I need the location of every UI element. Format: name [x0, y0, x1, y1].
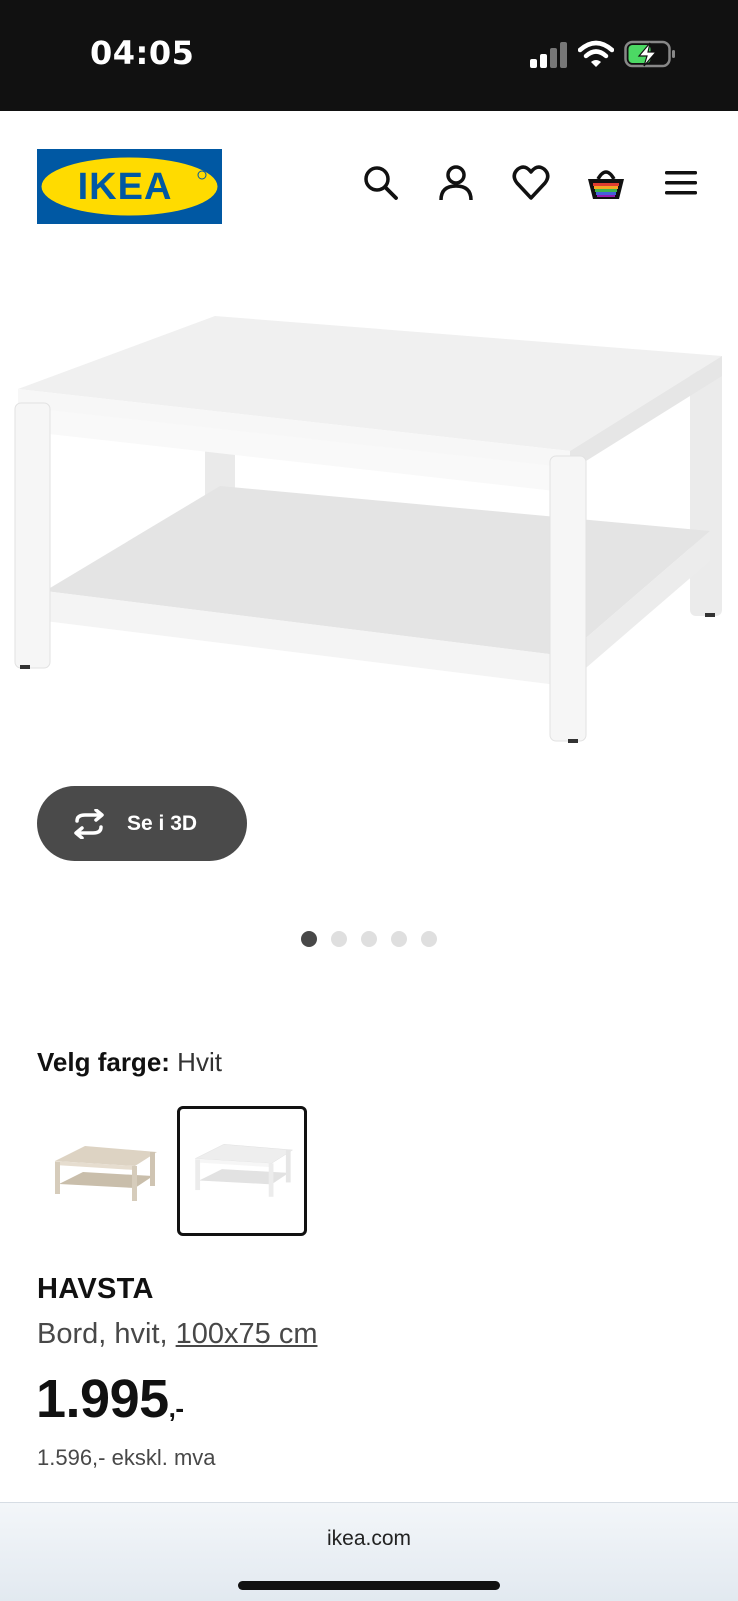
price-main: 1.995: [36, 1369, 169, 1429]
gallery-dot[interactable]: [361, 931, 377, 947]
view-in-3d-label: Se i 3D: [127, 811, 198, 835]
white-table-thumbnail: [194, 1144, 294, 1197]
selected-color-value: Hvit: [177, 1047, 222, 1077]
menu-icon[interactable]: [661, 163, 701, 203]
browser-address-bar: ikea.com: [0, 1502, 738, 1601]
ikea-logo[interactable]: IKEA: [37, 149, 222, 224]
home-indicator[interactable]: [238, 1581, 500, 1590]
wifi-icon: [578, 40, 614, 67]
product-name: HAVSTA: [37, 1273, 154, 1305]
rotate-3d-icon: [74, 808, 104, 839]
basket-icon[interactable]: [586, 163, 626, 203]
product-size-link[interactable]: 100x75 cm: [176, 1318, 318, 1350]
cellular-signal-icon: [530, 42, 567, 68]
search-icon[interactable]: [361, 163, 401, 203]
account-icon[interactable]: [436, 163, 476, 203]
color-swatch-white[interactable]: [177, 1106, 307, 1236]
gallery-pagination: [301, 931, 437, 947]
view-in-3d-button[interactable]: Se i 3D: [37, 786, 247, 861]
price-suffix: ,-: [168, 1393, 184, 1423]
color-label-title: Velg farge:: [37, 1047, 170, 1077]
svg-text:IKEA: IKEA: [78, 166, 173, 208]
color-swatch-beige[interactable]: [37, 1106, 167, 1236]
gallery-dot[interactable]: [421, 931, 437, 947]
url-text[interactable]: ikea.com: [0, 1527, 738, 1551]
heart-icon[interactable]: [511, 163, 551, 203]
beige-table-thumbnail: [55, 1146, 157, 1201]
status-bar: 04:05: [0, 0, 738, 111]
battery-charging-icon: [624, 40, 675, 68]
status-time: 04:05: [90, 34, 195, 72]
color-selector-label: Velg farge: Hvit: [37, 1047, 222, 1078]
product-description: Bord, hvit, 100x75 cm: [37, 1318, 317, 1351]
gallery-dot[interactable]: [391, 931, 407, 947]
product-price: 1.995,-: [36, 1368, 184, 1430]
gallery-dot[interactable]: [301, 931, 317, 947]
site-header: IKEA: [0, 111, 738, 261]
price-excl-vat: 1.596,- ekskl. mva: [37, 1445, 216, 1470]
gallery-dot[interactable]: [331, 931, 347, 947]
product-image[interactable]: [0, 261, 738, 781]
product-type: Bord, hvit,: [37, 1318, 176, 1350]
